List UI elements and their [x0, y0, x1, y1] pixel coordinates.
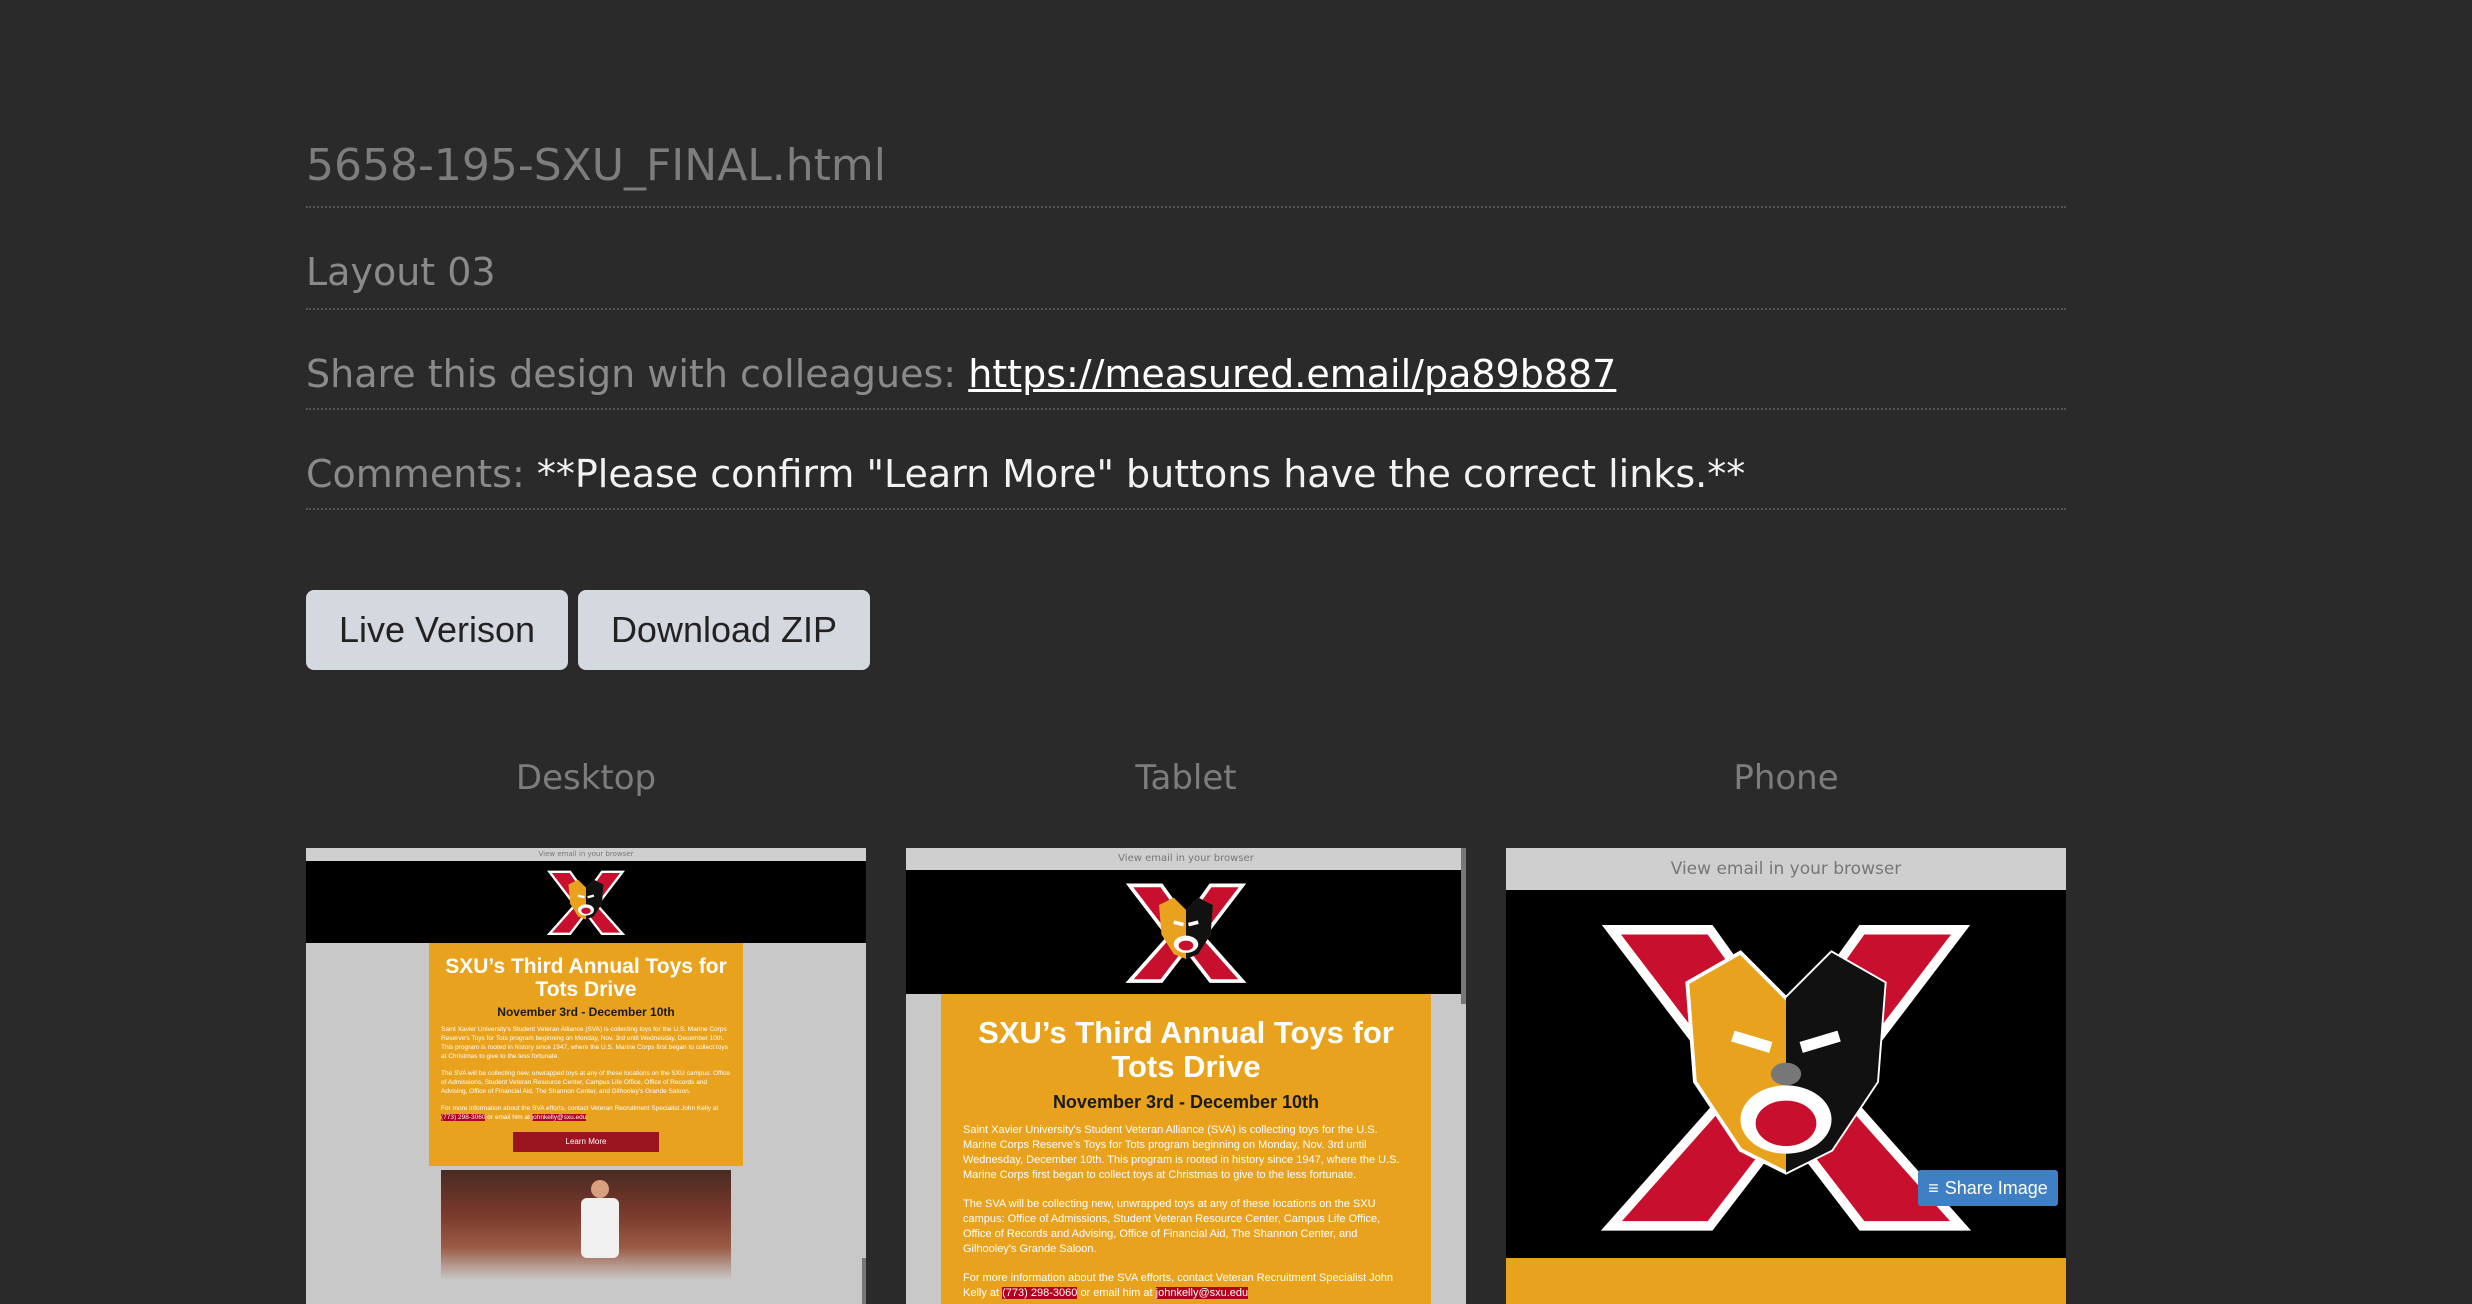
layers-icon: ≡: [1928, 1177, 1939, 1198]
email-para-1: Saint Xavier University's Student Vetera…: [441, 1026, 728, 1060]
email-card: SXU’s Third Annual Toys for Tots Drive N…: [429, 943, 743, 1166]
desktop-preview[interactable]: View email in your browser SXU’s Third A…: [306, 848, 866, 1304]
email-dates: November 3rd - December 10th: [497, 1005, 675, 1019]
scrollbar[interactable]: [1461, 848, 1466, 1004]
logo-band: [306, 861, 866, 943]
view-in-browser-link[interactable]: View email in your browser: [1506, 848, 2066, 890]
download-zip-button[interactable]: Download ZIP: [578, 590, 870, 670]
email-link[interactable]: johnkelly@sxu.edu: [531, 1114, 587, 1121]
share-label: Share this design with colleagues:: [306, 352, 957, 396]
phone-preview[interactable]: View email in your browser ≡ Share Image: [1506, 848, 2066, 1304]
layout-name: Layout 03: [306, 250, 2066, 310]
email-headline: SXU’s Third Annual Toys for Tots Drive: [445, 955, 727, 1001]
comments-value: **Please confirm "Learn More" buttons ha…: [536, 452, 1746, 496]
share-image-button[interactable]: ≡ Share Image: [1918, 1170, 2058, 1206]
learn-more-button[interactable]: Learn More: [513, 1132, 659, 1152]
email-para-2: The SVA will be collecting new, unwrappe…: [441, 1070, 730, 1095]
desktop-label: Desktop: [515, 758, 657, 798]
scrollbar[interactable]: [862, 1258, 866, 1304]
tablet-label: Tablet: [1135, 758, 1237, 798]
comments-row: Comments: **Please confirm "Learn More" …: [306, 452, 2066, 510]
view-in-browser-link[interactable]: View email in your browser: [306, 848, 866, 861]
email-headline: SXU’s Third Annual Toys for Tots Drive: [978, 1015, 1394, 1084]
email-card: [1506, 1258, 2066, 1304]
comments-label: Comments:: [306, 452, 525, 496]
phone-label: Phone: [1733, 758, 1839, 798]
email-link[interactable]: johnkelly@sxu.edu: [1155, 1287, 1249, 1299]
share-row: Share this design with colleagues: https…: [306, 352, 2066, 410]
phone-link[interactable]: (773) 298-3060: [1002, 1287, 1078, 1299]
email-dates: November 3rd - December 10th: [1052, 1092, 1320, 1112]
email-para-1: Saint Xavier University's Student Vetera…: [963, 1124, 1400, 1181]
share-link[interactable]: https://measured.email/pa89b887: [968, 352, 1616, 396]
file-title: 5658-195-SXU_FINAL.html: [306, 140, 2066, 208]
logo-band: [906, 870, 1466, 994]
basketball-photo: [441, 1170, 731, 1280]
live-version-button[interactable]: Live Verison: [306, 590, 568, 670]
tablet-preview[interactable]: View email in your browser SXU’s Third A…: [906, 848, 1466, 1304]
logo-band: ≡ Share Image: [1506, 890, 2066, 1258]
email-card: SXU’s Third Annual Toys for Tots Drive N…: [941, 994, 1431, 1304]
email-para-2: The SVA will be collecting new, unwrappe…: [963, 1198, 1381, 1255]
view-in-browser-link[interactable]: View email in your browser: [906, 848, 1466, 870]
email-para-3: For more information about the SVA effor…: [441, 1105, 719, 1121]
cougar-logo-icon: [546, 870, 626, 936]
cougar-logo-icon: [1125, 883, 1247, 983]
email-para-3: For more information about the SVA effor…: [963, 1272, 1394, 1299]
phone-link[interactable]: (773) 298-3060: [441, 1114, 486, 1121]
